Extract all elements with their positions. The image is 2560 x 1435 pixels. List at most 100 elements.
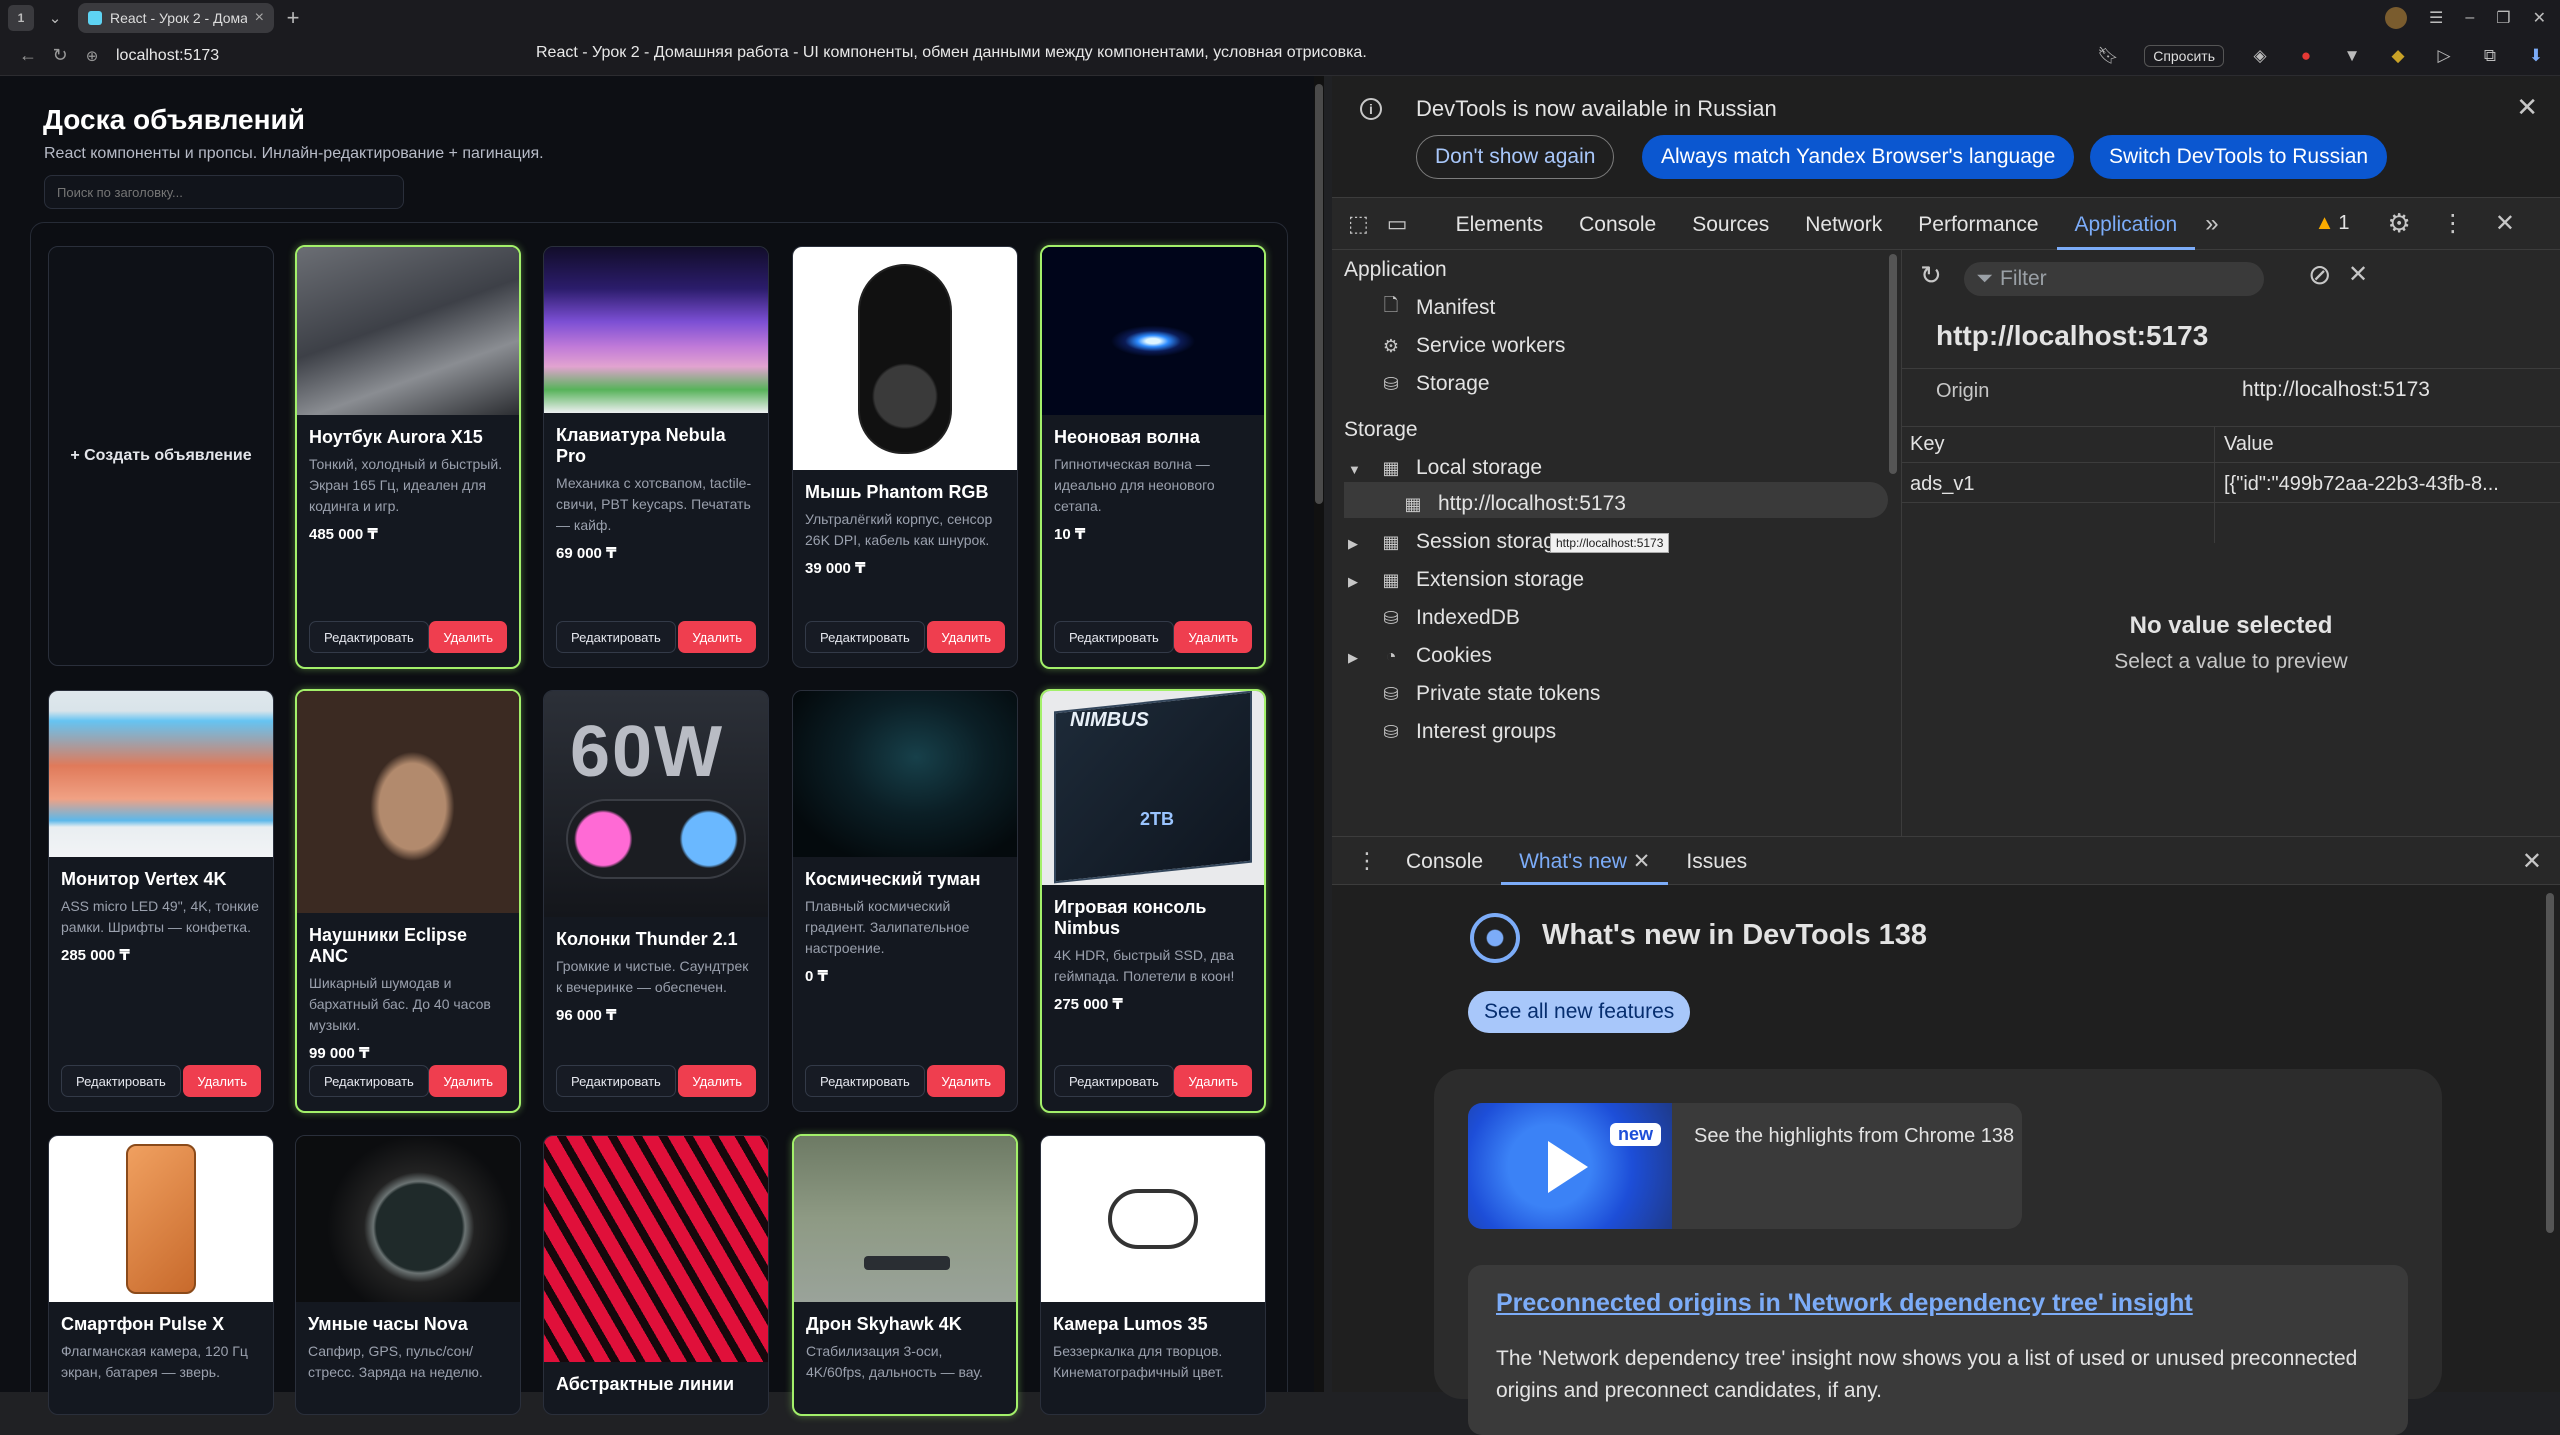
create-ad-button[interactable]: + Создать объявление (48, 246, 274, 666)
card-title[interactable]: Умные часы Nova (308, 1314, 508, 1335)
refresh-icon[interactable]: ↻ (1920, 260, 1942, 291)
sidebar-item-service-workers[interactable]: ⚙ Service workers (1380, 334, 1565, 358)
clear-all-icon[interactable]: ⊘ (2308, 258, 2331, 291)
collapsed-arrow-icon[interactable]: ▶ (1348, 650, 1358, 666)
edit-button[interactable]: Редактировать (805, 621, 925, 653)
extension-v-icon[interactable]: ▼ (2342, 46, 2362, 66)
restore-icon[interactable]: ❐ (2496, 8, 2510, 28)
card-title[interactable]: Ноутбук Aurora X15 (309, 427, 507, 448)
card-title[interactable]: Камера Lumos 35 (1053, 1314, 1253, 1335)
drawer-tab-console[interactable]: Console (1388, 837, 1501, 885)
sidebar-item-interest-groups[interactable]: ⛁ Interest groups (1380, 720, 1556, 744)
see-all-features-button[interactable]: See all new features (1468, 991, 1691, 1033)
sidebar-item-cookies[interactable]: ◔ Cookies (1380, 644, 1492, 668)
card-title[interactable]: Клавиатура Nebula Pro (556, 425, 756, 467)
dont-show-again-button[interactable]: Don't show again (1416, 135, 1615, 179)
edit-button[interactable]: Редактировать (805, 1065, 925, 1097)
extension-yellow-icon[interactable]: ◆ (2388, 46, 2408, 66)
bookmark-icon[interactable]: 🔖︎ (2097, 46, 2119, 66)
collapsed-arrow-icon[interactable]: ▶ (1348, 536, 1358, 552)
new-tab-button[interactable]: + (280, 5, 306, 31)
ask-button[interactable]: Спросить (2144, 45, 2224, 67)
collections-icon[interactable]: ⧉ (2480, 46, 2500, 66)
tab-elements[interactable]: Elements (1438, 198, 1562, 250)
sidebar-item-local-origin[interactable]: ▦ http://localhost:5173 (1402, 492, 1625, 516)
edit-button[interactable]: Редактировать (556, 621, 676, 653)
search-input[interactable] (44, 175, 404, 209)
delete-button[interactable]: Удалить (927, 621, 1005, 653)
url-field[interactable]: localhost:5173 (116, 47, 219, 65)
edit-button[interactable]: Редактировать (1054, 621, 1174, 653)
inspect-element-icon[interactable]: ⬚ (1348, 211, 1369, 237)
delete-button[interactable]: Удалить (927, 1065, 1005, 1097)
switch-devtools-russian-button[interactable]: Switch DevTools to Russian (2090, 135, 2388, 179)
filter-input[interactable]: ⏷ Filter (1964, 262, 2264, 296)
reload-icon[interactable]: ↻ (46, 45, 74, 66)
drawer-tab-issues[interactable]: Issues (1668, 837, 1765, 885)
minimize-icon[interactable]: – (2465, 9, 2474, 27)
card-title[interactable]: Колонки Thunder 2.1 (556, 929, 756, 950)
edit-button[interactable]: Редактировать (556, 1065, 676, 1097)
profile-avatar-icon[interactable] (2385, 7, 2407, 29)
tab-sources[interactable]: Sources (1674, 198, 1787, 250)
warning-count[interactable]: 1 (2338, 212, 2349, 235)
card-title[interactable]: Смартфон Pulse X (61, 1314, 261, 1335)
card-title[interactable]: Наушники Eclipse ANC (309, 925, 507, 967)
close-tab-icon[interactable]: ✕ (1633, 850, 1651, 873)
close-window-icon[interactable]: ✕ (2533, 8, 2546, 28)
extension-red-icon[interactable]: ● (2296, 46, 2316, 66)
settings-gear-icon[interactable]: ⚙ (2388, 208, 2411, 239)
column-key[interactable]: Key (1910, 433, 1944, 456)
always-match-language-button[interactable]: Always match Yandex Browser's language (1642, 135, 2075, 179)
more-tabs-icon[interactable]: » (2205, 210, 2218, 238)
sidebar-item-manifest[interactable]: 🗋︎ Manifest (1380, 295, 1496, 320)
close-tab-icon[interactable]: × (255, 9, 264, 27)
delete-button[interactable]: Удалить (678, 621, 756, 653)
more-options-icon[interactable]: ⋮ (2441, 209, 2465, 238)
drawer-menu-icon[interactable]: ⋮ (1356, 848, 1378, 874)
tab-count-button[interactable]: 1 (8, 5, 34, 31)
device-toolbar-icon[interactable]: ▭ (1387, 211, 1408, 237)
delete-button[interactable]: Удалить (1174, 1065, 1252, 1097)
sidebar-item-session-storage[interactable]: ▦ Session storage (1380, 530, 1566, 554)
card-title[interactable]: Космический туман (805, 869, 1005, 890)
sidebar-item-private-state-tokens[interactable]: ⛁ Private state tokens (1380, 682, 1600, 706)
site-info-icon[interactable]: ⊕ (78, 47, 106, 65)
sidebar-item-extension-storage[interactable]: ▦ Extension storage (1380, 568, 1584, 592)
delete-button[interactable]: Удалить (183, 1065, 261, 1097)
drawer-scrollbar[interactable] (2546, 893, 2554, 1233)
play-icon[interactable] (1548, 1141, 1588, 1193)
close-devtools-icon[interactable]: ✕ (2495, 209, 2515, 238)
extension-shield-icon[interactable]: ◈ (2250, 46, 2270, 66)
tab-console[interactable]: Console (1561, 198, 1674, 250)
sidebar-scrollbar[interactable] (1889, 254, 1897, 474)
delete-button[interactable]: Удалить (678, 1065, 756, 1097)
column-value[interactable]: Value (2224, 433, 2274, 456)
expanded-arrow-icon[interactable]: ▼ (1348, 462, 1361, 477)
media-icon[interactable]: ▷ (2434, 46, 2454, 66)
edit-button[interactable]: Редактировать (1054, 1065, 1174, 1097)
tab-performance[interactable]: Performance (1900, 198, 2056, 250)
delete-selected-icon[interactable]: ✕ (2348, 260, 2368, 289)
edit-button[interactable]: Редактировать (309, 621, 429, 653)
video-card[interactable]: new See the highlights from Chrome 138 (1468, 1103, 2022, 1229)
card-title[interactable]: Дрон Skyhawk 4K (806, 1314, 1004, 1335)
card-title[interactable]: Мышь Phantom RGB (805, 482, 1005, 503)
tab-network[interactable]: Network (1787, 198, 1900, 250)
collapsed-arrow-icon[interactable]: ▶ (1348, 574, 1358, 590)
card-title[interactable]: Монитор Vertex 4K (61, 869, 261, 890)
delete-button[interactable]: Удалить (429, 621, 507, 653)
card-title[interactable]: Игровая консоль Nimbus (1054, 897, 1252, 939)
edit-button[interactable]: Редактировать (309, 1065, 429, 1097)
delete-button[interactable]: Удалить (429, 1065, 507, 1097)
close-infobar-icon[interactable]: ✕ (2516, 92, 2538, 123)
back-icon[interactable]: ← (14, 45, 42, 66)
menu-icon[interactable]: ☰ (2429, 8, 2443, 28)
browser-tab[interactable]: React - Урок 2 - Домаш × (78, 3, 274, 33)
page-scrollbar[interactable] (1314, 76, 1324, 1392)
page-scrollbar-thumb[interactable] (1315, 84, 1323, 504)
close-drawer-icon[interactable]: ✕ (2522, 847, 2542, 876)
edit-button[interactable]: Редактировать (61, 1065, 181, 1097)
card-title[interactable]: Неоновая волна (1054, 427, 1252, 448)
warning-icon[interactable]: ▲ (2315, 212, 2335, 235)
